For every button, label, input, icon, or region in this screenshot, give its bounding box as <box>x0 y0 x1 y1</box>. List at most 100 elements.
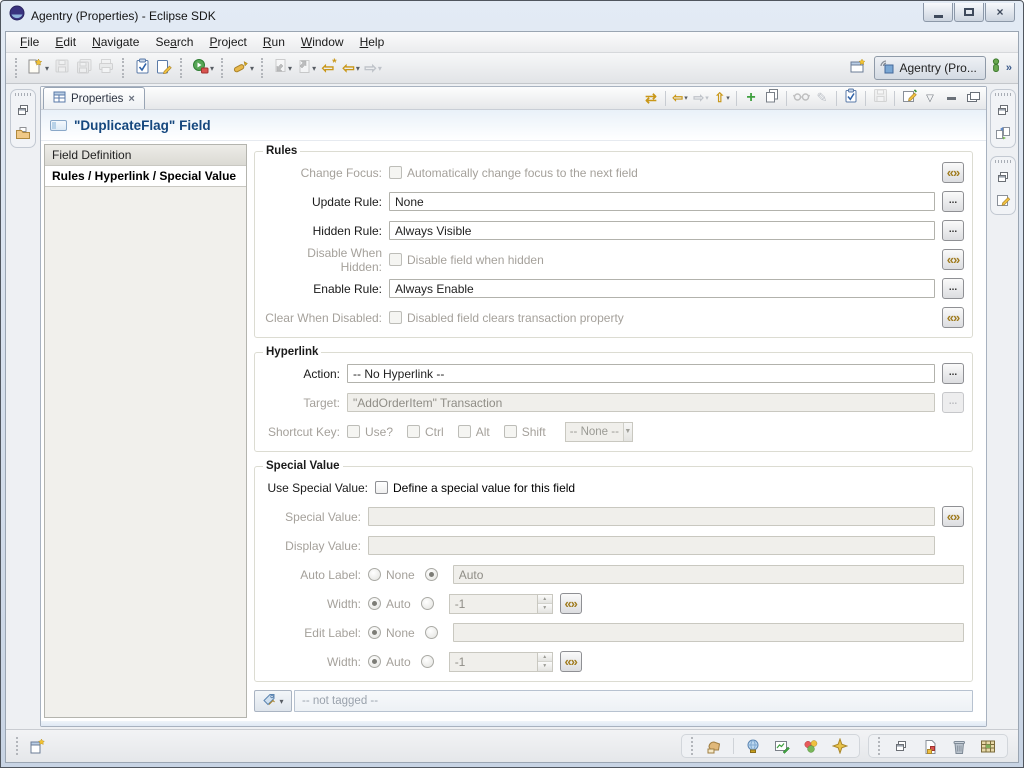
disable-when-hidden-checkbox[interactable] <box>389 253 402 266</box>
action-browse-button[interactable]: ... <box>942 363 964 384</box>
map-grid-button[interactable] <box>978 737 998 755</box>
edit-definition-button[interactable]: ✎ <box>812 88 832 108</box>
action-input[interactable] <box>347 364 935 383</box>
marker-dropdown-icon[interactable]: ▾ <box>250 64 254 73</box>
menu-help[interactable]: Help <box>352 33 393 51</box>
trim-grip[interactable] <box>15 93 31 96</box>
restore-view-button[interactable] <box>13 101 33 119</box>
view-forward-button[interactable]: ⇨▾ <box>691 88 711 108</box>
copy-button[interactable] <box>762 88 782 108</box>
restore-trimstack-button[interactable] <box>891 737 911 755</box>
next-annotation-dropdown-icon[interactable]: ▾ <box>288 64 292 73</box>
spinner-down-icon[interactable]: ▼ <box>538 662 552 671</box>
width-auto-radio[interactable] <box>368 597 381 610</box>
next-annotation-button[interactable]: ▾ <box>270 56 294 80</box>
tag-input[interactable] <box>294 690 973 712</box>
run-publish-button[interactable]: ▾ <box>189 56 216 80</box>
globe-button[interactable] <box>743 737 763 755</box>
menu-file[interactable]: File <box>12 33 47 51</box>
menu-project[interactable]: Project <box>201 33 254 51</box>
new-button[interactable]: ▾ <box>24 56 51 80</box>
previous-annotation-dropdown-icon[interactable]: ▾ <box>312 64 316 73</box>
change-focus-rule-button[interactable]: «» <box>942 162 964 183</box>
shortcut-shift-checkbox[interactable] <box>504 425 517 438</box>
nav-rules-hyperlink-special-value[interactable]: Rules / Hyperlink / Special Value <box>45 166 246 187</box>
perspective-agentry-button[interactable]: Agentry (Pro... <box>874 56 986 80</box>
status-grip[interactable] <box>691 737 695 755</box>
note-edit-button[interactable] <box>993 191 1013 209</box>
status-grip[interactable] <box>878 737 882 755</box>
compass-button[interactable] <box>830 737 850 755</box>
new-note-button[interactable] <box>899 88 919 108</box>
status-grip[interactable] <box>16 737 20 755</box>
maximize-button[interactable] <box>954 3 984 22</box>
toolbar-grip[interactable] <box>261 58 265 78</box>
update-rule-browse-button[interactable]: ... <box>942 191 964 212</box>
tab-properties[interactable]: Properties × <box>43 87 145 109</box>
hidden-rule-input[interactable] <box>389 221 935 240</box>
up-dropdown-icon[interactable]: ▾ <box>726 94 730 102</box>
shortcut-use-checkbox[interactable] <box>347 425 360 438</box>
previous-annotation-button[interactable]: ▾ <box>294 56 318 80</box>
spinner-up-icon[interactable]: ▲ <box>538 653 552 663</box>
task-check-button[interactable] <box>131 56 153 80</box>
last-edit-location-button[interactable]: ⇦ * <box>318 56 340 80</box>
menu-run[interactable]: Run <box>255 33 293 51</box>
trim-grip[interactable] <box>995 93 1011 96</box>
back-button[interactable]: ⇦ ▾ <box>340 56 362 80</box>
maximize-view-button[interactable] <box>962 88 982 108</box>
hidden-rule-browse-button[interactable]: ... <box>942 220 964 241</box>
sync-documents-button[interactable] <box>993 124 1013 142</box>
shortcut-ctrl-checkbox[interactable] <box>407 425 420 438</box>
add-definition-button[interactable]: + <box>741 88 761 108</box>
edit-label-custom-radio[interactable] <box>425 626 438 639</box>
menu-navigate[interactable]: Navigate <box>84 33 147 51</box>
new-dropdown-icon[interactable]: ▾ <box>45 64 49 73</box>
back-dropdown-icon[interactable]: ▾ <box>356 64 360 73</box>
run-dropdown-icon[interactable]: ▾ <box>210 64 214 73</box>
spinner-up-icon[interactable]: ▲ <box>538 595 552 605</box>
minimize-button[interactable] <box>923 3 953 22</box>
task-edit-button[interactable] <box>153 56 175 80</box>
trash-button[interactable] <box>949 737 969 755</box>
menu-search[interactable]: Search <box>147 33 201 51</box>
print-button[interactable] <box>95 56 117 80</box>
tag-dropdown-icon[interactable]: ▾ <box>279 697 283 706</box>
edit-label-none-radio[interactable] <box>368 626 381 639</box>
close-button[interactable]: × <box>985 3 1015 22</box>
clear-when-disabled-checkbox[interactable] <box>389 311 402 324</box>
balloons-button[interactable] <box>801 737 821 755</box>
shortcut-alt-checkbox[interactable] <box>458 425 471 438</box>
open-perspective-button[interactable] <box>847 56 869 80</box>
view-up-button[interactable]: ⇧▾ <box>712 88 732 108</box>
tab-close-icon[interactable]: × <box>128 93 134 105</box>
view-menu-button[interactable]: ▽ <box>920 88 940 108</box>
view-save-button[interactable] <box>870 88 890 108</box>
tag-button[interactable]: ▾ <box>254 690 292 712</box>
spinner-down-icon[interactable]: ▼ <box>538 604 552 613</box>
forward-button[interactable]: ⇨ ▾ <box>362 56 384 80</box>
green-figure-icon[interactable] <box>991 58 1001 78</box>
restore-view-button[interactable] <box>993 101 1013 119</box>
auto-label-none-radio[interactable] <box>368 568 381 581</box>
fast-view-button[interactable] <box>27 737 47 755</box>
toolbar-grip[interactable] <box>180 58 184 78</box>
save-all-button[interactable] <box>73 56 95 80</box>
update-rule-input[interactable] <box>389 192 935 211</box>
nav-field-definition[interactable]: Field Definition <box>45 145 246 166</box>
restore-view-button[interactable] <box>993 168 1013 186</box>
toolbar-grip[interactable] <box>15 58 19 78</box>
toolbar-grip[interactable] <box>122 58 126 78</box>
width-edit-custom-radio[interactable] <box>421 655 434 668</box>
minimize-view-button[interactable] <box>941 88 961 108</box>
width-rule-button[interactable]: «» <box>560 593 582 614</box>
disable-when-hidden-rule-button[interactable]: «» <box>942 249 964 270</box>
change-focus-checkbox[interactable] <box>389 166 402 179</box>
auto-label-custom-radio[interactable] <box>425 568 438 581</box>
clear-when-disabled-rule-button[interactable]: «» <box>942 307 964 328</box>
menu-window[interactable]: Window <box>293 33 352 51</box>
enable-rule-browse-button[interactable]: ... <box>942 278 964 299</box>
width-edit-auto-radio[interactable] <box>368 655 381 668</box>
chart-check-button[interactable] <box>772 737 792 755</box>
view-back-button[interactable]: ⇦▾ <box>670 88 690 108</box>
